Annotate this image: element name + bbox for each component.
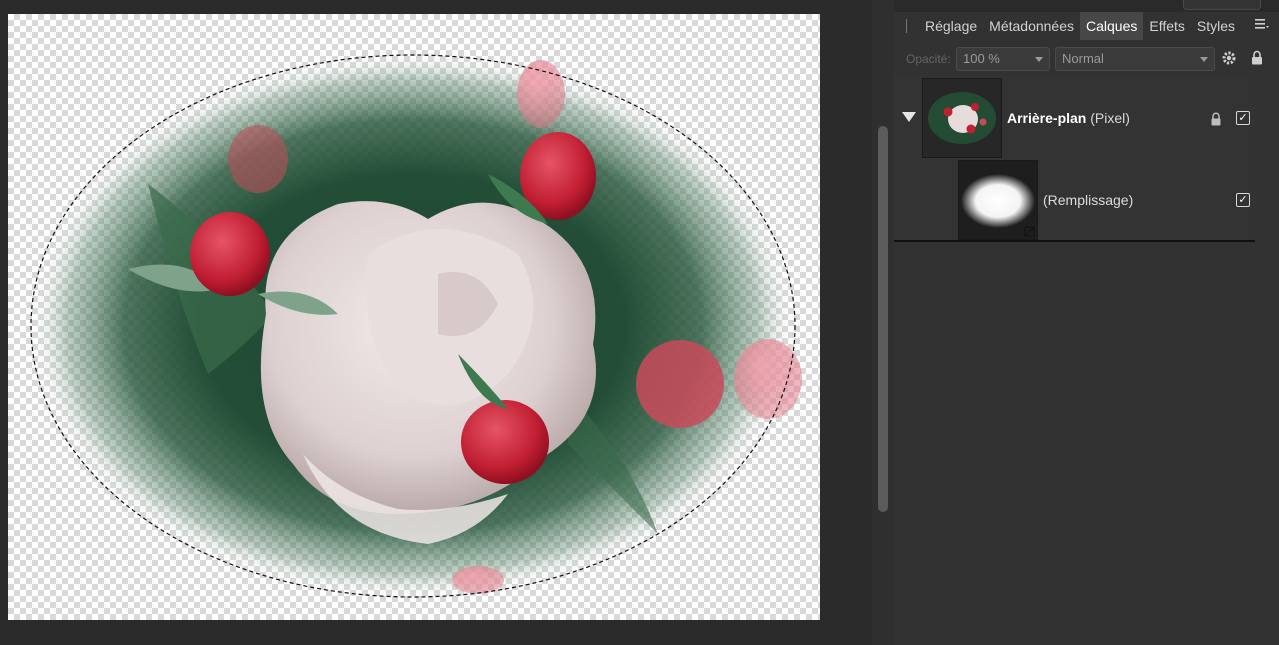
tab-metadonnees[interactable]: Métadonnées <box>983 12 1080 40</box>
layer-row-background[interactable]: Arrière-plan (Pixel) ✓ <box>894 76 1255 160</box>
opacity-label: Opacité: <box>906 52 951 66</box>
layers-list: Arrière-plan (Pixel) ✓ (Remplissage) ✓ <box>894 76 1255 242</box>
layer-toolbar: Opacité: 100 % Normal <box>894 42 1279 76</box>
opacity-value: 100 % <box>963 51 1000 66</box>
studio-panel: Réglage Métadonnées Calques Effets Style… <box>894 0 1279 645</box>
visibility-checkbox[interactable]: ✓ <box>1236 193 1250 207</box>
chevron-down-icon <box>1035 57 1043 62</box>
blend-mode-value: Normal <box>1062 51 1104 66</box>
tab-styles[interactable]: Styles <box>1191 12 1241 40</box>
layer-row-fill-mask[interactable]: (Remplissage) ✓ <box>894 160 1255 240</box>
tab-reglage[interactable]: Réglage <box>919 12 983 40</box>
visibility-checkbox[interactable]: ✓ <box>1236 111 1250 125</box>
document-canvas[interactable] <box>8 14 820 620</box>
expand-triangle-icon[interactable] <box>902 112 916 122</box>
panel-top-strip <box>894 0 1279 12</box>
tab-calques[interactable]: Calques <box>1080 12 1144 40</box>
tab-effets[interactable]: Effets <box>1143 12 1191 40</box>
gear-icon[interactable] <box>1220 50 1238 68</box>
mask-thumbnail <box>958 160 1038 240</box>
chevron-down-icon <box>1200 57 1208 62</box>
hamburger-menu-icon[interactable] <box>1255 18 1269 34</box>
lock-icon[interactable] <box>1210 111 1222 126</box>
vertical-scrollbar[interactable] <box>872 0 894 645</box>
scrollbar-thumb[interactable] <box>878 126 888 512</box>
canvas-workspace[interactable] <box>0 0 872 645</box>
mask-layer-label: (Remplissage) <box>1043 192 1134 208</box>
rose-vignette-image <box>28 51 802 601</box>
lock-icon[interactable] <box>1248 50 1266 68</box>
panel-top-box <box>1183 0 1261 10</box>
blend-mode-select[interactable]: Normal <box>1055 47 1215 71</box>
panel-tabs: Réglage Métadonnées Calques Effets Style… <box>894 12 1279 40</box>
opacity-field[interactable]: 100 % <box>956 47 1050 71</box>
tab-separator <box>906 19 907 33</box>
layer-name: Arrière-plan (Pixel) <box>1007 110 1130 126</box>
layer-thumbnail <box>922 78 1002 158</box>
